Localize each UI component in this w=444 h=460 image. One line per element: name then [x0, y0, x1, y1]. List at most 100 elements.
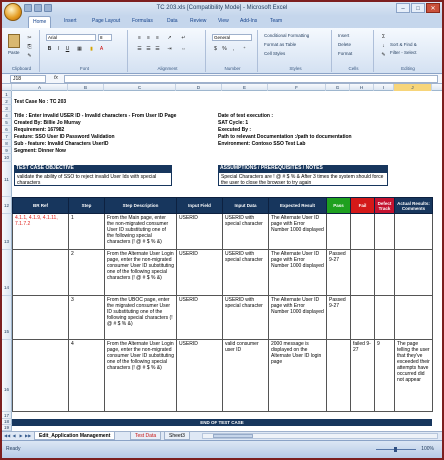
row-header[interactable]: 6: [2, 126, 12, 133]
column-header-a[interactable]: A: [12, 84, 68, 91]
pass-cell[interactable]: Passed 9-27: [326, 249, 351, 296]
input-field-cell[interactable]: USERID: [176, 339, 223, 412]
row-header[interactable]: 5: [2, 119, 12, 126]
column-header-d[interactable]: D: [176, 84, 222, 91]
sheet-tab-edit-application-management[interactable]: Edit_Application Management: [34, 432, 116, 440]
defect-cell[interactable]: [374, 249, 395, 296]
align-middle-icon[interactable]: ≡: [145, 34, 152, 41]
indent-icon[interactable]: ⇥: [166, 45, 173, 52]
comments-cell[interactable]: [394, 249, 433, 296]
row-header[interactable]: 12: [2, 197, 12, 214]
worksheet[interactable]: Test Case No : TC 203 Title : Enter inva…: [12, 91, 442, 431]
tab-view[interactable]: View: [218, 18, 229, 24]
prev-sheet-icon[interactable]: ◀: [11, 433, 17, 439]
defect-cell[interactable]: [374, 213, 395, 250]
expected-result-cell[interactable]: The Alternate User ID page with Error Nu…: [268, 295, 327, 340]
underline-icon[interactable]: U: [64, 45, 71, 52]
column-header-j[interactable]: J: [394, 84, 432, 91]
input-data-cell[interactable]: USERID with special character: [222, 295, 269, 340]
row-header[interactable]: 13: [2, 214, 12, 250]
select-all-corner[interactable]: [2, 84, 12, 91]
tab-data[interactable]: Data: [167, 18, 178, 24]
tab-insert[interactable]: Insert: [64, 18, 77, 24]
column-header-g[interactable]: G: [326, 84, 350, 91]
clear-icon[interactable]: ✎: [380, 51, 387, 58]
br-ref-cell[interactable]: 4.1.1, 4.1.9, 4.1.11, 7.1.7.2: [12, 213, 69, 250]
defect-cell[interactable]: 9: [374, 339, 395, 412]
wrap-text-icon[interactable]: ↵: [180, 34, 187, 41]
description-cell[interactable]: From the Alternate User Login page, ente…: [104, 339, 177, 412]
borders-icon[interactable]: ▦: [76, 45, 83, 52]
row-header[interactable]: 15: [2, 296, 12, 340]
description-cell[interactable]: From the UBOC page, enter the migrated c…: [104, 295, 177, 340]
tab-formulas[interactable]: Formulas: [132, 18, 153, 24]
align-center-icon[interactable]: ☰: [145, 45, 152, 52]
align-left-icon[interactable]: ☰: [136, 45, 143, 52]
step-cell[interactable]: 4: [68, 339, 105, 412]
merge-center-icon[interactable]: ⇔: [180, 45, 187, 52]
step-cell[interactable]: 1: [68, 213, 105, 250]
fail-cell[interactable]: [350, 295, 375, 340]
sort-find-button[interactable]: Sort & Find &: [390, 42, 417, 47]
description-cell[interactable]: From the Alternate User Login page, ente…: [104, 249, 177, 296]
autosum-icon[interactable]: Σ: [380, 33, 387, 40]
italic-icon[interactable]: I: [55, 45, 62, 52]
tab-review[interactable]: Review: [190, 18, 206, 24]
currency-icon[interactable]: $: [212, 45, 219, 52]
row-header[interactable]: 7: [2, 133, 12, 140]
name-box[interactable]: J18: [10, 75, 46, 83]
pass-cell[interactable]: Passed 9-27: [326, 295, 351, 340]
last-sheet-icon[interactable]: ▶▶: [25, 433, 31, 439]
office-button[interactable]: [4, 3, 22, 21]
input-field-cell[interactable]: USERID: [176, 249, 223, 296]
row-header[interactable]: 14: [2, 250, 12, 296]
fail-cell[interactable]: [350, 249, 375, 296]
row-header[interactable]: 8: [2, 140, 12, 147]
align-top-icon[interactable]: ≡: [136, 34, 143, 41]
step-cell[interactable]: 2: [68, 249, 105, 296]
br-ref-cell[interactable]: [12, 249, 69, 296]
close-button[interactable]: ✕: [426, 3, 440, 13]
zoom-slider[interactable]: [376, 447, 416, 452]
increase-decimal-icon[interactable]: ⁺: [241, 45, 248, 52]
tab-add-ins[interactable]: Add-Ins: [240, 18, 257, 24]
row-header[interactable]: 4: [2, 112, 12, 119]
sheet-tab-test-data[interactable]: Test Data: [130, 432, 162, 440]
expected-result-cell[interactable]: The Alternate User ID page with Error Nu…: [268, 249, 327, 296]
paste-icon[interactable]: [8, 34, 20, 48]
next-sheet-icon[interactable]: ▶: [18, 433, 24, 439]
fill-icon[interactable]: ↓: [380, 42, 387, 49]
font-color-icon[interactable]: A: [98, 45, 105, 52]
fx-icon[interactable]: fx: [54, 75, 58, 81]
horizontal-scrollbar[interactable]: [202, 433, 438, 439]
row-header[interactable]: 9: [2, 147, 12, 154]
tab-team[interactable]: Team: [270, 18, 282, 24]
cut-icon[interactable]: ✂: [26, 34, 33, 41]
column-header-i[interactable]: I: [374, 84, 394, 91]
cell-styles-button[interactable]: Cell Styles: [264, 51, 285, 56]
expected-result-cell[interactable]: 2000 message is displayed on the Alterna…: [268, 339, 327, 412]
zoom-knob[interactable]: [394, 447, 397, 452]
fill-color-icon[interactable]: ▮: [88, 45, 95, 52]
zoom-level[interactable]: 100%: [421, 446, 434, 452]
pass-cell[interactable]: [326, 213, 351, 250]
first-sheet-icon[interactable]: ◀◀: [4, 433, 10, 439]
pass-cell[interactable]: [326, 339, 351, 412]
column-header-b[interactable]: B: [68, 84, 104, 91]
row-header[interactable]: 16: [2, 340, 12, 412]
format-as-table-button[interactable]: Format as Table: [264, 42, 296, 47]
column-header-c[interactable]: C: [104, 84, 176, 91]
input-field-cell[interactable]: USERID: [176, 295, 223, 340]
fail-cell[interactable]: [350, 213, 375, 250]
br-ref-cell[interactable]: [12, 295, 69, 340]
comma-icon[interactable]: ,: [230, 45, 237, 52]
tab-home[interactable]: Home: [28, 16, 52, 28]
comments-cell[interactable]: The page telling the user that they've e…: [394, 339, 433, 412]
minimize-button[interactable]: –: [396, 3, 410, 13]
input-field-cell[interactable]: USERID: [176, 213, 223, 250]
align-bottom-icon[interactable]: ≡: [154, 34, 161, 41]
comments-cell[interactable]: [394, 295, 433, 340]
delete-cells-button[interactable]: Delete: [338, 42, 351, 47]
input-data-cell[interactable]: USERID with special character: [222, 249, 269, 296]
font-name-select[interactable]: Arial: [46, 34, 96, 41]
